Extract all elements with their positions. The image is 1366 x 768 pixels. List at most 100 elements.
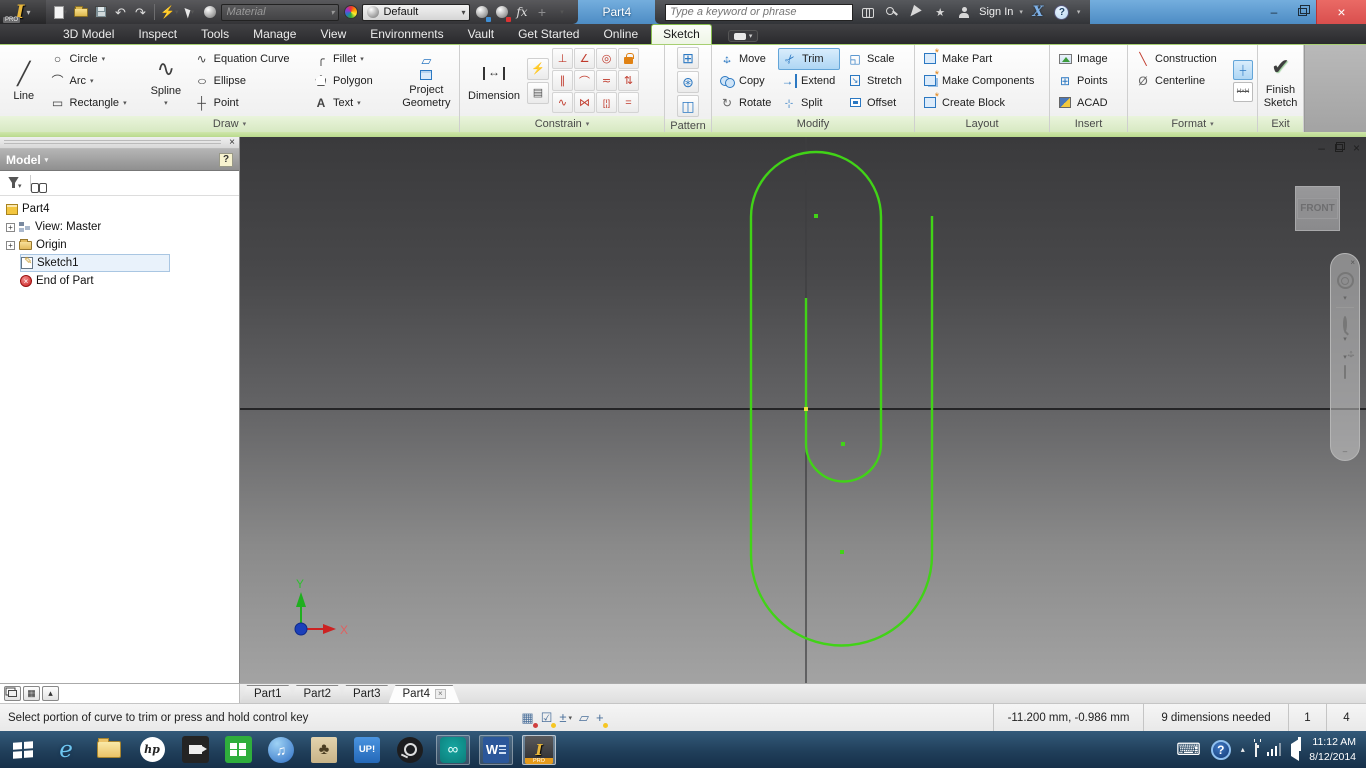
doc-tab-part1[interactable]: Part1 bbox=[240, 685, 296, 703]
help-button[interactable]: ? bbox=[1053, 3, 1071, 21]
mirror-button[interactable]: ◫ bbox=[677, 95, 699, 117]
taskbar-word[interactable]: W bbox=[479, 735, 513, 765]
redo-button[interactable]: ↷ bbox=[132, 3, 149, 22]
arc-center-point[interactable] bbox=[841, 442, 845, 446]
doc-tab-part4[interactable]: Part4× bbox=[389, 685, 460, 703]
filter-button[interactable]: ▾ bbox=[8, 177, 22, 190]
rectangle-button[interactable]: ▭Rectangle▾ bbox=[47, 92, 142, 114]
scale-button[interactable]: ◱Scale bbox=[844, 48, 906, 70]
rectangular-pattern-button[interactable]: ⊞ bbox=[677, 47, 699, 69]
extend-button[interactable]: →Extend bbox=[778, 70, 840, 92]
point-button[interactable]: ┼Point bbox=[191, 92, 307, 114]
chevron-down-icon[interactable]: ▾ bbox=[1077, 8, 1081, 16]
undo-button[interactable]: ↶ bbox=[112, 3, 129, 22]
chevron-down-icon[interactable]: ▾ bbox=[1343, 294, 1347, 302]
material-combo[interactable]: Material▾ bbox=[221, 4, 339, 21]
select-button[interactable]: ▾ bbox=[181, 3, 198, 22]
project-geometry-button[interactable]: ▱ Project Geometry bbox=[398, 50, 455, 111]
volume-icon[interactable] bbox=[1291, 744, 1299, 756]
parallel-constraint-button[interactable]: ∥ bbox=[552, 70, 573, 91]
equal-constraint-button[interactable]: = bbox=[618, 92, 639, 113]
new-file-button[interactable]: ▾ bbox=[52, 3, 69, 22]
close-icon[interactable]: × bbox=[225, 137, 239, 148]
spline-button[interactable]: ∿ Spline ▾ bbox=[144, 51, 187, 110]
constraint-settings-button[interactable]: ▤ bbox=[527, 82, 549, 104]
tab-online[interactable]: Online bbox=[592, 25, 649, 44]
tab-environments[interactable]: Environments bbox=[359, 25, 454, 44]
doc-close-button[interactable]: × bbox=[1353, 141, 1360, 155]
close-button[interactable]: × bbox=[1316, 0, 1366, 24]
tree-node-view-master[interactable]: + View: Master bbox=[6, 218, 239, 236]
search-button[interactable] bbox=[859, 3, 877, 21]
perpendicular-constraint-button[interactable]: ⊥ bbox=[552, 48, 573, 69]
copy-button[interactable]: Copy bbox=[716, 70, 774, 92]
doc-minimize-button[interactable]: – bbox=[1318, 141, 1325, 155]
create-block-button[interactable]: Create Block bbox=[919, 92, 1045, 114]
line-button[interactable]: ╱ Line bbox=[4, 56, 44, 105]
fillet-button[interactable]: ╭Fillet▾ bbox=[310, 48, 395, 70]
power-icon[interactable] bbox=[1255, 744, 1257, 756]
construction-button[interactable]: ╲Construction bbox=[1132, 48, 1226, 70]
search-input[interactable] bbox=[665, 4, 853, 21]
panel-label-constrain[interactable]: Constrain▾ bbox=[460, 116, 664, 132]
finish-sketch-button[interactable]: ✔ Finish Sketch bbox=[1261, 50, 1301, 111]
trim-button[interactable]: ✂Trim bbox=[778, 48, 840, 70]
dimension-button[interactable]: ↔ Dimension bbox=[464, 56, 524, 105]
equation-curve-button[interactable]: ∿Equation Curve bbox=[191, 48, 307, 70]
centerpoint-toggle-button[interactable]: ┼ bbox=[1233, 60, 1253, 80]
acad-button[interactable]: ACAD bbox=[1054, 92, 1123, 114]
chevron-down-icon[interactable]: ▾ bbox=[1019, 8, 1023, 16]
taskbar-movie-app[interactable] bbox=[178, 735, 212, 765]
tree-node-end-of-part[interactable]: × End of Part bbox=[20, 272, 239, 290]
fix-constraint-button[interactable] bbox=[618, 48, 639, 69]
taskbar-arduino[interactable]: ∞ bbox=[436, 735, 470, 765]
arc-button[interactable]: ⌒Arc▾ bbox=[47, 70, 142, 92]
arc-center-point[interactable] bbox=[840, 550, 844, 554]
image-button[interactable]: Image bbox=[1054, 48, 1123, 70]
appearance-combo[interactable]: Default▾ bbox=[362, 4, 470, 21]
material-sphere-button[interactable] bbox=[201, 3, 218, 22]
orbit-button[interactable] bbox=[1337, 272, 1354, 289]
driven-dimension-toggle-button[interactable]: H×H bbox=[1233, 82, 1253, 102]
update-button[interactable]: ⚡▾ bbox=[160, 3, 178, 22]
tab-get-started[interactable]: Get Started bbox=[507, 25, 590, 44]
grip-handle[interactable] bbox=[4, 140, 221, 145]
tangent-constraint-button[interactable]: ⌒ bbox=[574, 70, 595, 91]
taskbar-steam[interactable] bbox=[393, 735, 427, 765]
color-wheel-button[interactable] bbox=[342, 3, 359, 22]
save-button[interactable] bbox=[92, 3, 109, 22]
tab-vault[interactable]: Vault bbox=[457, 25, 505, 44]
browser-help-button[interactable]: ? bbox=[219, 153, 233, 167]
coincident-constraint-button[interactable]: ∠ bbox=[574, 48, 595, 69]
offset-button[interactable]: Offset bbox=[844, 92, 906, 114]
doc-restore-button[interactable] bbox=[1335, 141, 1343, 155]
parameters-button[interactable]: fx bbox=[513, 3, 530, 22]
navbar-menu-icon[interactable]: – bbox=[1343, 447, 1347, 456]
adjust-appearance-button[interactable] bbox=[473, 3, 490, 22]
view-cube[interactable]: FRONT bbox=[1295, 186, 1340, 231]
auto-dimension-button[interactable]: ⚡ bbox=[527, 58, 549, 80]
split-button[interactable]: -¦-Split bbox=[778, 92, 840, 114]
panel-label-layout[interactable]: Layout bbox=[915, 116, 1049, 132]
tab-view[interactable]: View bbox=[309, 25, 357, 44]
taskbar-windows-store[interactable] bbox=[221, 735, 255, 765]
communication-button[interactable] bbox=[907, 3, 925, 21]
panel-label-insert[interactable]: Insert bbox=[1050, 116, 1127, 132]
taskbar-itunes[interactable]: ♫ bbox=[264, 735, 298, 765]
help-tray-icon[interactable]: ? bbox=[1211, 740, 1231, 760]
tile-windows-button[interactable]: ▦ bbox=[23, 686, 40, 701]
cascade-windows-button[interactable] bbox=[4, 686, 21, 701]
show-hidden-icons-button[interactable]: ▴ bbox=[1241, 745, 1245, 754]
taskbar-file-explorer[interactable] bbox=[92, 735, 126, 765]
concentric-constraint-button[interactable]: ◎ bbox=[596, 48, 617, 69]
signin-label[interactable]: Sign In bbox=[979, 6, 1013, 18]
panel-label-format[interactable]: Format▾ bbox=[1128, 116, 1257, 132]
taskbar-internet-explorer[interactable]: e bbox=[49, 735, 83, 765]
vertical-constraint-button[interactable]: ⇅ bbox=[618, 70, 639, 91]
close-tab-icon[interactable]: × bbox=[435, 689, 446, 699]
points-button[interactable]: ⊞Points bbox=[1054, 70, 1123, 92]
network-icon[interactable] bbox=[1267, 743, 1282, 756]
tab-manage[interactable]: Manage bbox=[242, 25, 307, 44]
tree-node-part[interactable]: Part4 bbox=[6, 200, 239, 218]
start-button[interactable] bbox=[6, 735, 40, 765]
